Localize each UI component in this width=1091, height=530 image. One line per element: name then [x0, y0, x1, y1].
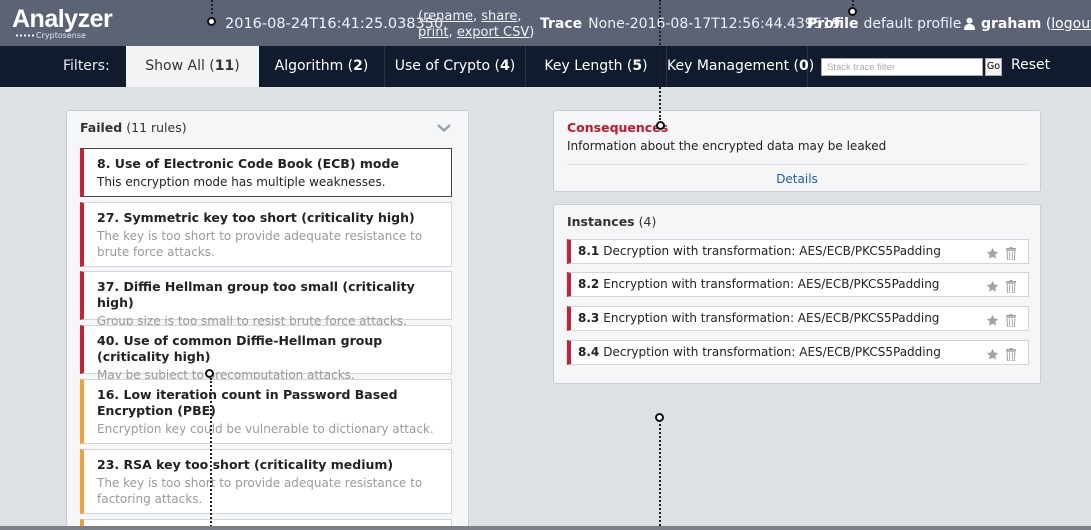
callout-line	[210, 378, 212, 530]
rule-item[interactable]: 40. Use of common Diffie-Hellman group (…	[80, 325, 452, 382]
logo-dots-icon	[15, 34, 35, 37]
instance-row[interactable]: 8.1 Decryption with transformation: AES/E…	[567, 239, 1029, 264]
instance-text: Decryption with transformation: AES/ECB/…	[603, 244, 941, 258]
rule-description: This encryption mode has multiple weakne…	[97, 175, 386, 189]
failed-rules-panel: Failed (11 rules) 8. Use of Electronic C…	[66, 110, 469, 530]
instance-row[interactable]: 8.2 Encryption with transformation: AES/E…	[567, 272, 1029, 297]
stack-trace-filter-input[interactable]: Stack trace filter	[821, 58, 983, 76]
star-icon[interactable]	[986, 280, 999, 293]
instance-id: 8.2	[578, 277, 600, 291]
tab-key-length[interactable]: Key Length (5)	[526, 46, 667, 87]
rename-link[interactable]: rename	[423, 9, 473, 24]
username: graham	[981, 16, 1042, 32]
window-edge	[0, 526, 1091, 530]
rule-description: The key is too short to provide adequate…	[97, 229, 423, 259]
rule-title: 40. Use of common Diffie-Hellman group (…	[97, 333, 383, 364]
divider	[567, 164, 1027, 165]
rule-title: 8. Use of Electronic Code Book (ECB) mod…	[97, 156, 399, 171]
print-link[interactable]: print	[418, 25, 449, 40]
user-icon	[964, 17, 975, 30]
rule-title: 23. RSA key too short (criticality mediu…	[97, 457, 394, 472]
rule-item[interactable]: 8. Use of Electronic Code Book (ECB) mod…	[80, 148, 452, 197]
trash-icon[interactable]	[1006, 280, 1016, 294]
details-link[interactable]: Details	[554, 172, 1040, 186]
rule-description: Encryption key could be vulnerable to di…	[97, 422, 434, 436]
logo-subtitle: Cryptosense	[36, 31, 86, 40]
callout-marker	[656, 121, 665, 130]
trace-actions: (rename, share, print, export CSV)	[418, 9, 535, 40]
go-button[interactable]: Go	[985, 58, 1002, 76]
failed-panel-title: Failed (11 rules)	[80, 120, 187, 135]
top-bar: Analyzer Cryptosense 2016-08-24T16:41:25…	[0, 0, 1091, 46]
instance-id: 8.4	[578, 345, 600, 359]
consequences-text: Information about the encrypted data may…	[567, 139, 887, 153]
instance-text: Encryption with transformation: AES/ECB/…	[603, 277, 940, 291]
logo[interactable]: Analyzer Cryptosense	[12, 5, 113, 40]
trace-value: None-2016-08-17T12:56:44.439519	[588, 16, 841, 32]
profile-label: Profile	[807, 16, 859, 32]
rule-item[interactable]: 23. RSA key too short (criticality mediu…	[80, 449, 452, 514]
instance-id: 8.3	[578, 311, 600, 325]
instance-text: Encryption with transformation: AES/ECB/…	[603, 311, 940, 325]
callout-line	[659, 424, 661, 530]
rule-item[interactable]: 37. Diffie Hellman group too small (crit…	[80, 271, 452, 328]
export-csv-link[interactable]: export CSV	[457, 25, 529, 40]
instance-text: Decryption with transformation: AES/ECB/…	[603, 345, 941, 359]
instances-panel: Instances (4) 8.1 Decryption with transfo…	[553, 204, 1041, 384]
profile-info[interactable]: Profile default profile	[807, 16, 961, 32]
trash-icon[interactable]	[1006, 247, 1016, 261]
logout-link[interactable]: logout	[1051, 16, 1091, 32]
tab-key-management[interactable]: Key Management (0)	[667, 46, 814, 87]
callout-marker	[205, 369, 214, 378]
tab-algorithm[interactable]: Algorithm (2)	[259, 46, 385, 87]
rule-item[interactable]: 27. Symmetric key too short (criticality…	[80, 202, 452, 267]
logo-text: Analyzer	[12, 5, 113, 33]
chevron-down-icon[interactable]	[437, 124, 451, 132]
callout-marker	[848, 7, 857, 16]
rule-item[interactable]: 16. Low iteration count in Password Base…	[80, 379, 452, 444]
star-icon[interactable]	[986, 247, 999, 260]
callout-line	[659, 0, 661, 120]
consequences-title: Consequences	[567, 120, 669, 135]
consequences-panel: Consequences Information about the encry…	[553, 110, 1041, 192]
instance-id: 8.1	[578, 244, 600, 258]
trace-label: Trace	[540, 16, 583, 32]
tab-show-all[interactable]: Show All (11)	[126, 46, 259, 87]
star-icon[interactable]	[986, 348, 999, 361]
instance-row[interactable]: 8.3 Encryption with transformation: AES/E…	[567, 306, 1029, 331]
trash-icon[interactable]	[1006, 348, 1016, 362]
callout-marker	[655, 413, 664, 422]
rule-title: 37. Diffie Hellman group too small (crit…	[97, 279, 415, 310]
tab-use-of-crypto[interactable]: Use of Crypto (4)	[385, 46, 526, 87]
filter-bar: Filters: Show All (11) Algorithm (2) Use…	[0, 46, 1091, 87]
trace-info: Trace None-2016-08-17T12:56:44.439519	[540, 16, 840, 32]
trace-timestamp: 2016-08-24T16:41:25.038350	[225, 16, 444, 32]
reset-button[interactable]: Reset	[1011, 57, 1050, 73]
profile-value: default profile	[863, 16, 962, 32]
rule-description: The key is too short to provide adequate…	[97, 476, 423, 506]
rule-title: 16. Low iteration count in Password Base…	[97, 387, 398, 418]
callout-line	[211, 0, 213, 14]
share-link[interactable]: share	[481, 9, 517, 24]
rule-title: 27. Symmetric key too short (criticality…	[97, 210, 415, 225]
callout-marker	[207, 17, 216, 26]
user-menu: graham (logout)	[964, 16, 1091, 32]
trash-icon[interactable]	[1006, 314, 1016, 328]
instances-title: Instances (4)	[567, 214, 657, 229]
star-icon[interactable]	[986, 314, 999, 327]
instance-row[interactable]: 8.4 Decryption with transformation: AES/E…	[567, 340, 1029, 365]
filters-label: Filters:	[63, 58, 110, 74]
